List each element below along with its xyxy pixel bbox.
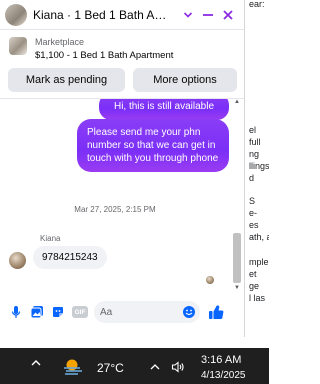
- minimize-icon[interactable]: [201, 8, 215, 22]
- chat-window: Kiana · 1 Bed 1 Bath Apart... Marketplac…: [0, 0, 245, 337]
- listing-price[interactable]: $1,100 - 1 Bed 1 Bath Apartment: [35, 50, 173, 61]
- chat-title[interactable]: Kiana · 1 Bed 1 Bath Apart...: [33, 8, 173, 22]
- message-scrollbar[interactable]: ▲ ▼: [232, 99, 242, 295]
- message-timestamp: Mar 27, 2025, 2:15 PM: [74, 205, 156, 214]
- message-composer: GIF: [0, 296, 244, 328]
- scroll-up-icon[interactable]: ▲: [233, 99, 241, 107]
- gif-icon[interactable]: GIF: [72, 306, 88, 318]
- background-page: ear: el full ng llings d S e- es ath, a …: [246, 0, 269, 337]
- background-text: ge: [249, 281, 260, 291]
- microphone-icon[interactable]: [9, 305, 23, 319]
- background-text: el: [249, 125, 257, 135]
- chevron-down-icon[interactable]: [181, 8, 195, 22]
- temperature-text[interactable]: 27°C: [97, 361, 124, 375]
- more-options-button[interactable]: More options: [133, 68, 237, 92]
- background-text: ear:: [249, 0, 265, 9]
- outgoing-message[interactable]: Please send me your phn number so that w…: [77, 119, 229, 172]
- chevron-up-icon[interactable]: [148, 360, 162, 374]
- background-text: e-: [249, 208, 258, 218]
- seen-avatar: [206, 276, 214, 284]
- message-input[interactable]: [100, 306, 180, 318]
- scrollbar-thumb[interactable]: [233, 233, 241, 283]
- message-input-wrapper[interactable]: [94, 301, 200, 323]
- emoji-icon[interactable]: [182, 305, 196, 319]
- background-text: S: [249, 196, 256, 206]
- background-text: full: [249, 137, 261, 147]
- incoming-message[interactable]: 9784215243: [33, 246, 107, 269]
- volume-icon[interactable]: [171, 360, 185, 374]
- background-text: mple: [249, 257, 269, 267]
- background-text: llings: [249, 161, 269, 171]
- background-text: d: [249, 173, 255, 183]
- taskbar: 27°C 3:16 AM 4/13/2025: [0, 348, 269, 384]
- gallery-icon[interactable]: [30, 305, 44, 319]
- listing-thumbnail[interactable]: [5, 3, 27, 26]
- close-icon[interactable]: [221, 8, 235, 22]
- clock-time[interactable]: 3:16 AM: [201, 354, 241, 366]
- background-text: ng: [249, 149, 260, 159]
- background-text: es: [249, 220, 259, 230]
- sender-name: Kiana: [40, 234, 61, 243]
- listing-source: Marketplace: [35, 37, 85, 47]
- message-thread: Hi, this is still available Please send …: [0, 99, 244, 295]
- background-text: l las: [249, 293, 266, 303]
- outgoing-message[interactable]: Hi, this is still available: [99, 99, 229, 120]
- weather-icon[interactable]: [62, 358, 84, 375]
- sticker-icon[interactable]: [51, 305, 65, 319]
- thumbs-up-icon[interactable]: [208, 304, 224, 320]
- chat-header: Kiana · 1 Bed 1 Bath Apart...: [0, 0, 244, 30]
- sender-avatar[interactable]: [9, 252, 26, 269]
- background-text: et: [249, 269, 257, 279]
- scroll-down-icon[interactable]: ▼: [233, 285, 241, 293]
- listing-image[interactable]: [9, 37, 27, 55]
- clock-date[interactable]: 4/13/2025: [201, 370, 246, 381]
- background-text: ath, a: [249, 232, 269, 242]
- marketplace-listing-card: Marketplace $1,100 - 1 Bed 1 Bath Apartm…: [0, 31, 244, 99]
- mark-as-pending-button[interactable]: Mark as pending: [8, 68, 125, 92]
- show-hidden-icons-icon[interactable]: [28, 357, 44, 373]
